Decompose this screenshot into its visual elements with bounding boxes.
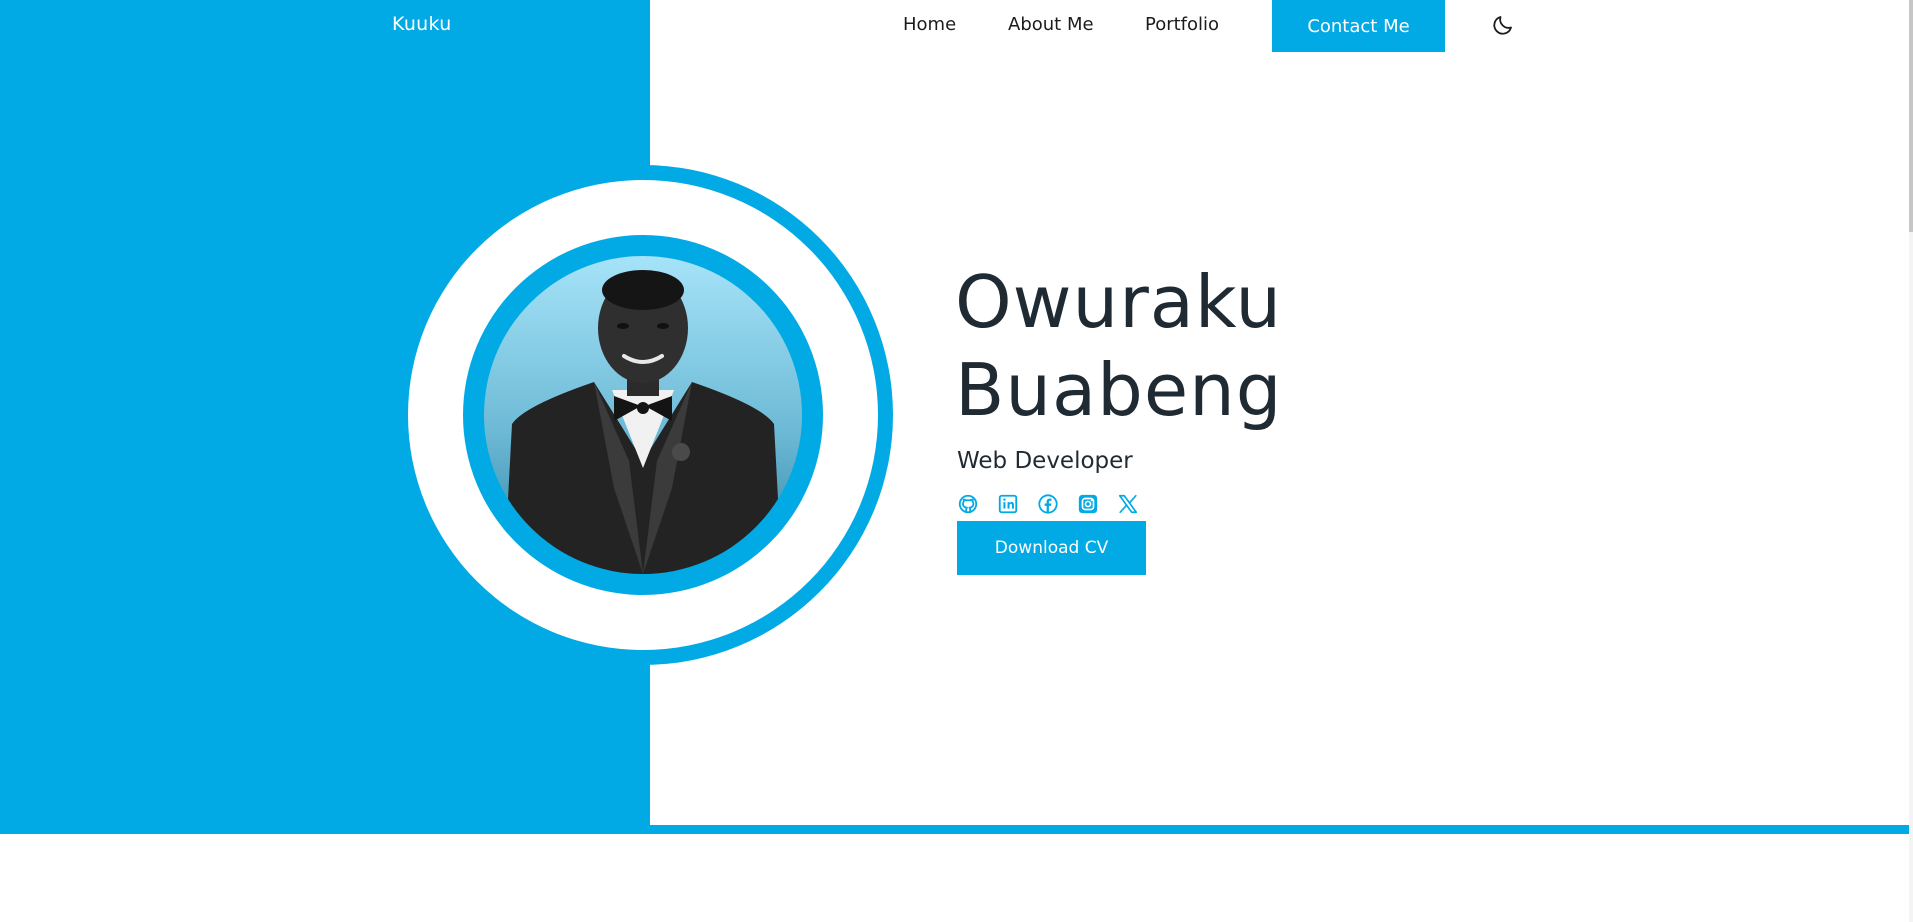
- hero-name: Owuraku Buabeng: [955, 258, 1282, 434]
- facebook-link[interactable]: [1037, 493, 1059, 515]
- linkedin-link[interactable]: [997, 493, 1019, 515]
- github-icon: [958, 494, 978, 514]
- instagram-link[interactable]: [1077, 493, 1099, 515]
- moon-icon: [1493, 16, 1512, 35]
- hero-last-name: Buabeng: [955, 348, 1283, 432]
- nav-portfolio[interactable]: Portfolio: [1145, 14, 1219, 35]
- download-cv-button[interactable]: Download CV: [957, 521, 1146, 575]
- hero-first-name: Owuraku: [955, 260, 1283, 344]
- nav-about-me[interactable]: About Me: [1008, 14, 1094, 35]
- contact-me-button[interactable]: Contact Me: [1272, 0, 1445, 52]
- site-logo[interactable]: Kuuku: [392, 13, 452, 35]
- theme-toggle-button[interactable]: [1491, 13, 1515, 37]
- profile-photo: [484, 256, 802, 574]
- nav-home[interactable]: Home: [903, 14, 956, 35]
- instagram-icon: [1078, 494, 1098, 514]
- hero-role: Web Developer: [957, 448, 1133, 474]
- facebook-icon: [1038, 494, 1058, 514]
- github-link[interactable]: [957, 493, 979, 515]
- hero-bottom-border: [650, 825, 1909, 834]
- social-links: [957, 493, 1139, 519]
- linkedin-icon: [998, 494, 1018, 514]
- scrollbar-thumb[interactable]: [1909, 0, 1913, 232]
- x-icon: [1118, 494, 1138, 514]
- x-link[interactable]: [1117, 493, 1139, 515]
